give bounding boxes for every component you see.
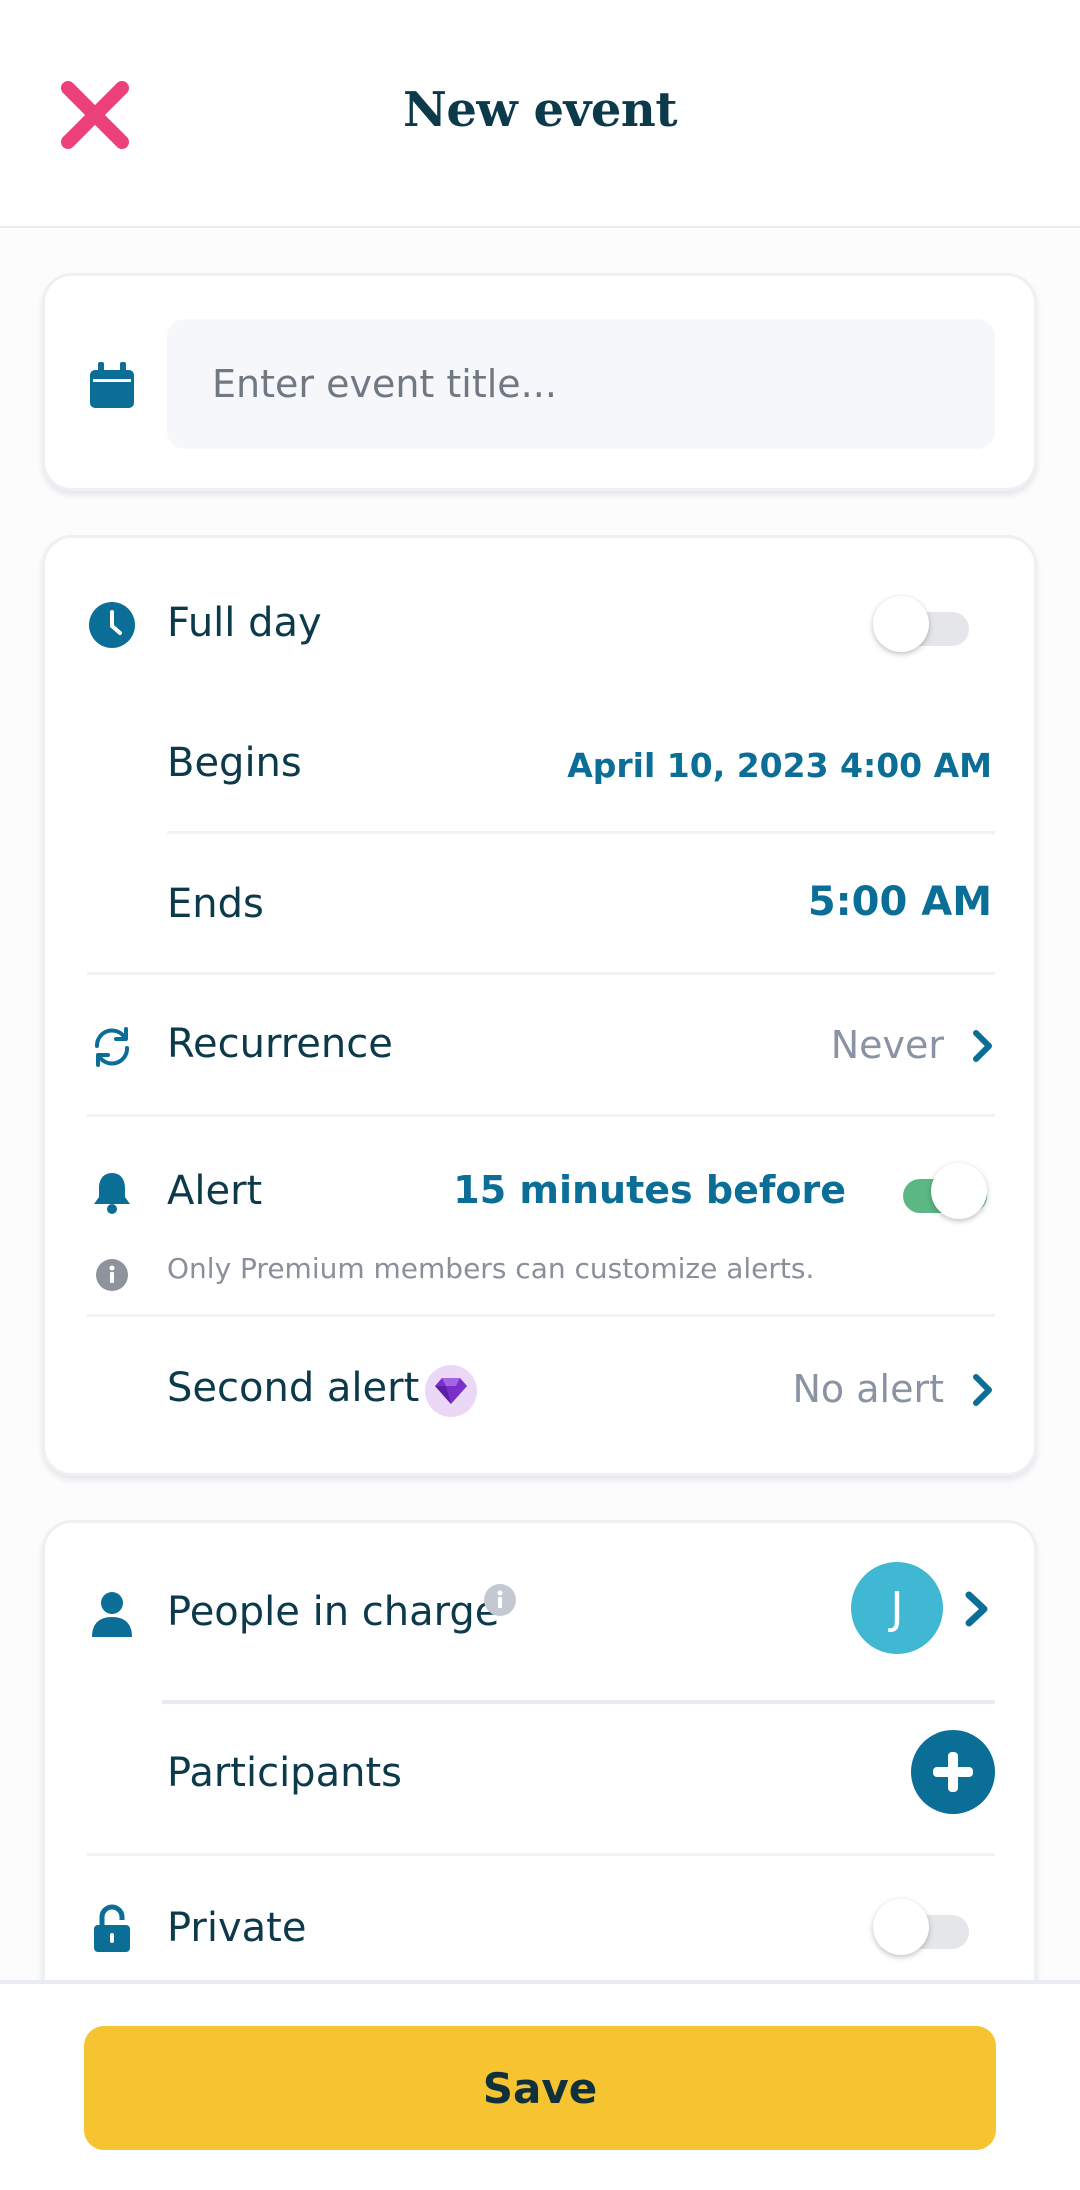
begins-label: Begins: [167, 740, 302, 786]
plus-icon: [933, 1752, 973, 1792]
full-day-toggle[interactable]: [873, 596, 971, 654]
ends-value[interactable]: 5:00 AM: [808, 879, 992, 925]
people-in-charge-label: People in charge: [167, 1589, 500, 1635]
alert-value[interactable]: 15 minutes before: [453, 1168, 846, 1212]
premium-gem-icon: [425, 1365, 477, 1417]
title-card: [42, 273, 1037, 491]
recurrence-label: Recurrence: [167, 1021, 393, 1067]
lock-icon: [87, 1903, 137, 1953]
chevron-right-icon: [965, 1591, 988, 1627]
save-button[interactable]: Save: [84, 2026, 996, 2150]
begins-value[interactable]: April 10, 2023 4:00 AM: [567, 746, 992, 785]
chevron-right-icon: [973, 1030, 992, 1062]
second-alert-value: No alert: [792, 1367, 945, 1411]
calendar-icon: [87, 360, 137, 410]
repeat-icon: [87, 1022, 137, 1072]
page-title: New event: [403, 82, 677, 138]
avatar[interactable]: J: [851, 1562, 943, 1654]
event-form[interactable]: Full day Begins April 10, 2023 4:00 AM E…: [0, 230, 1080, 1980]
ends-label: Ends: [167, 881, 264, 927]
divider: [87, 1314, 995, 1317]
recurrence-value: Never: [830, 1023, 944, 1067]
full-day-label: Full day: [167, 600, 322, 646]
alert-premium-note: Only Premium members can customize alert…: [167, 1252, 815, 1285]
people-card: People in charge J Participants Private: [42, 1520, 1037, 1980]
divider: [87, 1853, 995, 1856]
info-icon: [87, 1250, 137, 1300]
divider: [162, 1700, 995, 1704]
person-icon: [87, 1589, 137, 1639]
footer-bar: Save: [0, 1980, 1080, 2190]
add-participant-button[interactable]: [911, 1730, 995, 1814]
alert-label: Alert: [167, 1168, 263, 1214]
schedule-card: Full day Begins April 10, 2023 4:00 AM E…: [42, 535, 1037, 1476]
divider: [87, 972, 995, 975]
divider: [87, 1114, 995, 1117]
alert-toggle[interactable]: [891, 1163, 989, 1221]
participants-label: Participants: [167, 1750, 402, 1796]
second-alert-label: Second alert: [167, 1365, 420, 1411]
private-label: Private: [167, 1905, 307, 1951]
event-title-input[interactable]: [167, 319, 995, 449]
private-toggle[interactable]: [873, 1899, 971, 1957]
info-icon[interactable]: [483, 1583, 517, 1617]
clock-icon: [87, 600, 137, 650]
bell-icon: [87, 1167, 137, 1217]
header-bar: New event: [0, 0, 1080, 228]
divider: [167, 831, 995, 834]
chevron-right-icon: [973, 1374, 992, 1406]
